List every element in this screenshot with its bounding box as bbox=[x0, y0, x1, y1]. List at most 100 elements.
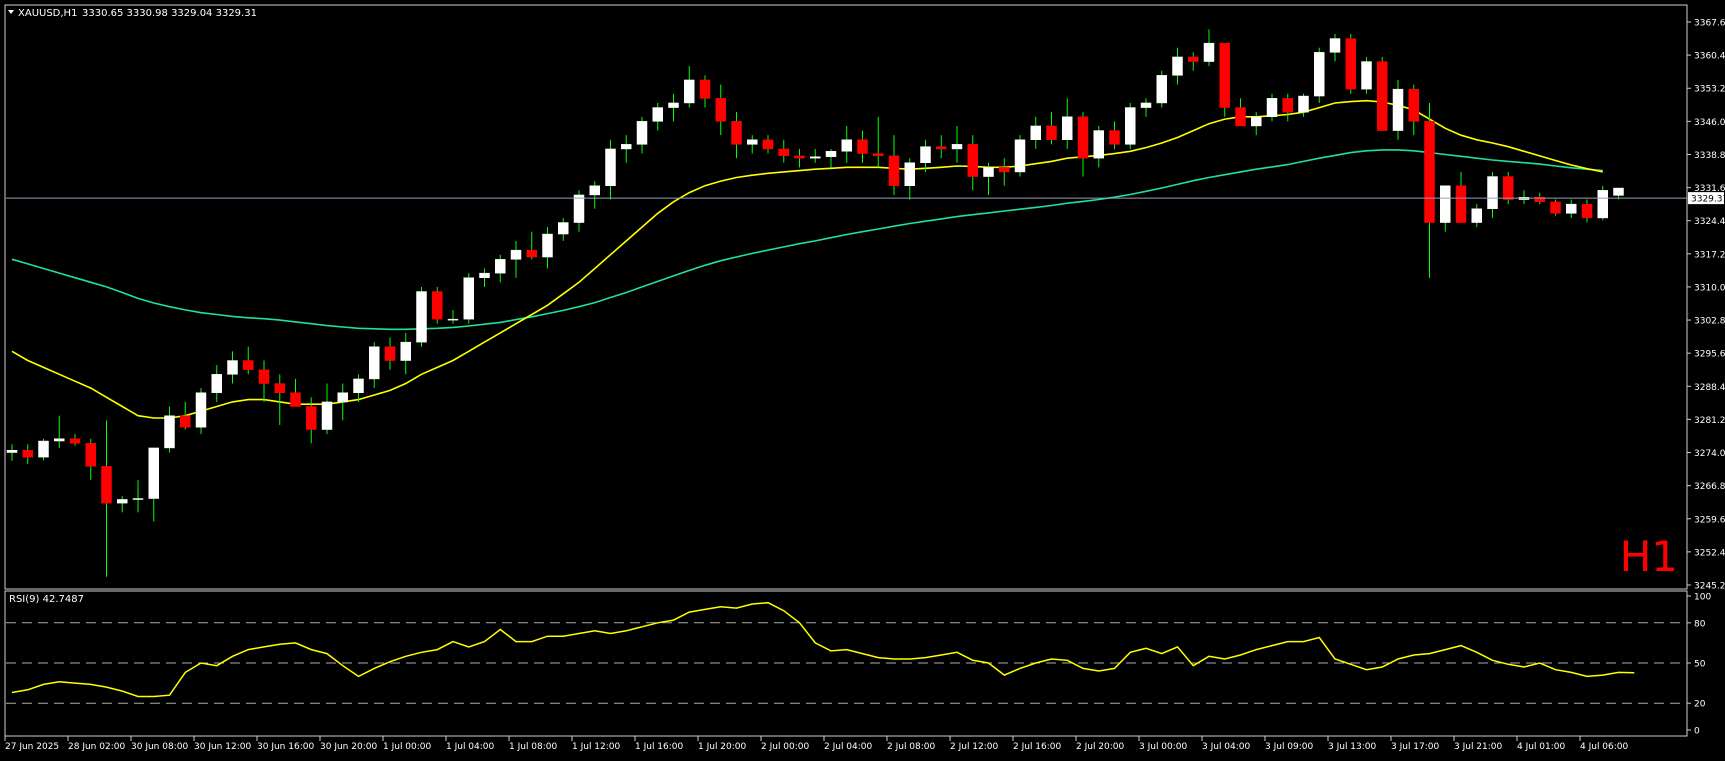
time-tick-label: 3 Jul 00:00 bbox=[1139, 742, 1188, 752]
time-tick-label: 30 Jun 12:00 bbox=[194, 742, 251, 752]
bear-candle-body bbox=[1046, 125, 1057, 141]
bear-candle-body bbox=[778, 148, 789, 157]
price-tick-label: 3310.00 bbox=[1694, 283, 1725, 293]
bull-candle-body bbox=[605, 148, 616, 186]
time-tick-label: 1 Jul 20:00 bbox=[698, 742, 747, 752]
bull-candle-body bbox=[337, 392, 348, 403]
bull-candle-body bbox=[1471, 208, 1482, 223]
bull-candle-body bbox=[636, 121, 648, 145]
bull-candle-body bbox=[1298, 95, 1309, 113]
bear-candle-body bbox=[526, 249, 537, 258]
bear-candle-body bbox=[1550, 201, 1561, 214]
bear-candle-body bbox=[384, 346, 396, 361]
chart-window[interactable]: XAUUSD,H1 3330.65 3330.98 3329.04 3329.3… bbox=[0, 0, 1725, 757]
bull-candle-body bbox=[1329, 38, 1341, 53]
bull-candle-body bbox=[589, 185, 600, 196]
bull-candle-body bbox=[810, 156, 821, 159]
bear-candle-body bbox=[731, 121, 742, 145]
bear-candle-body bbox=[936, 146, 947, 150]
bear-candle-body bbox=[762, 139, 774, 150]
bull-candle-body bbox=[652, 107, 663, 122]
price-tick-label: 3252.40 bbox=[1694, 548, 1725, 558]
price-tick-label: 3324.40 bbox=[1694, 217, 1725, 227]
bull-candle-body bbox=[164, 415, 175, 449]
candle bbox=[1314, 47, 1325, 103]
bear-candle-body bbox=[715, 98, 726, 122]
bear-candle-body bbox=[1109, 130, 1120, 145]
symbol-label: XAUUSD,H1 bbox=[18, 8, 77, 19]
bull-candle-body bbox=[951, 144, 963, 150]
price-tick-label: 3281.20 bbox=[1694, 416, 1725, 426]
time-tick-label: 27 Jun 2025 bbox=[5, 742, 59, 752]
bull-candle-body bbox=[920, 146, 931, 163]
bear-candle-body bbox=[1077, 116, 1089, 159]
price-tick-label: 3302.80 bbox=[1694, 317, 1725, 327]
candle bbox=[1014, 135, 1026, 177]
timeframe-watermark: H1 bbox=[1620, 532, 1678, 581]
chart-canvas[interactable]: XAUUSD,H1 3330.65 3330.98 3329.04 3329.3… bbox=[0, 0, 1725, 757]
price-tick-label: 3295.60 bbox=[1694, 350, 1725, 360]
bear-candle-body bbox=[1282, 98, 1293, 113]
candle bbox=[1377, 56, 1388, 131]
bear-candle-body bbox=[1235, 107, 1246, 127]
bull-candle-body bbox=[400, 341, 411, 361]
bear-candle-body bbox=[180, 415, 191, 428]
time-tick-label: 1 Jul 16:00 bbox=[635, 742, 684, 752]
rsi-label: RSI(9) 42.7487 bbox=[9, 594, 84, 605]
bull-candle-body bbox=[117, 499, 128, 504]
time-tick-label: 3 Jul 04:00 bbox=[1202, 742, 1251, 752]
price-tick-label: 3274.00 bbox=[1694, 449, 1725, 459]
bull-candle-body bbox=[747, 139, 758, 145]
candle bbox=[1503, 171, 1514, 205]
price-tick-label: 3288.40 bbox=[1694, 383, 1725, 393]
bear-candle-body bbox=[274, 383, 285, 393]
candle bbox=[1361, 56, 1372, 94]
time-tick-label: 28 Jun 02:00 bbox=[68, 742, 125, 752]
bull-candle-body bbox=[1392, 88, 1404, 131]
candle bbox=[1345, 33, 1356, 94]
bull-candle-body bbox=[1062, 116, 1073, 141]
bear-candle-body bbox=[967, 144, 978, 177]
time-tick-label: 30 Jun 16:00 bbox=[257, 742, 314, 752]
bull-candle-body bbox=[38, 440, 49, 458]
time-tick-label: 1 Jul 04:00 bbox=[446, 742, 495, 752]
time-tick-label: 30 Jun 08:00 bbox=[131, 742, 188, 752]
time-tick-label: 4 Jul 06:00 bbox=[1580, 742, 1629, 752]
bull-candle-body bbox=[447, 318, 459, 321]
chart-header: XAUUSD,H1 3330.65 3330.98 3329.04 3329.3… bbox=[8, 8, 257, 19]
bull-candle-body bbox=[1266, 98, 1278, 118]
time-tick-label: 3 Jul 17:00 bbox=[1391, 742, 1440, 752]
bear-candle-body bbox=[258, 369, 270, 384]
bull-candle-body bbox=[54, 438, 65, 442]
price-tick-label: 3338.80 bbox=[1694, 151, 1725, 161]
bull-candle-body bbox=[825, 151, 837, 158]
candle bbox=[1219, 42, 1230, 117]
bull-candle-body bbox=[211, 374, 222, 393]
bear-candle-body bbox=[1188, 56, 1199, 62]
price-tick-label: 3259.60 bbox=[1694, 515, 1725, 525]
time-tick-label: 2 Jul 20:00 bbox=[1076, 742, 1125, 752]
bull-candle-body bbox=[1014, 139, 1026, 173]
candle bbox=[1156, 70, 1167, 108]
bull-candle-body bbox=[369, 346, 380, 380]
rsi-tick-label: 0 bbox=[1694, 727, 1700, 737]
bull-candle-body bbox=[1125, 107, 1136, 145]
bull-candle-body bbox=[684, 79, 695, 104]
candle bbox=[1392, 79, 1404, 140]
bull-candle-body bbox=[227, 360, 238, 375]
bull-candle-body bbox=[668, 102, 679, 108]
time-tick-label: 1 Jul 12:00 bbox=[572, 742, 621, 752]
price-tick-label: 3266.80 bbox=[1694, 482, 1725, 492]
bull-candle-body bbox=[1487, 176, 1498, 209]
bull-candle-body bbox=[904, 162, 915, 186]
bull-candle-body bbox=[558, 222, 569, 235]
candle bbox=[432, 286, 443, 324]
bear-candle-body bbox=[857, 139, 868, 154]
bull-candle-body bbox=[6, 449, 18, 453]
candle bbox=[195, 388, 207, 435]
bear-candle-body bbox=[1219, 42, 1230, 108]
price-tick-label: 3245.20 bbox=[1694, 582, 1725, 592]
bull-candle-body bbox=[1440, 185, 1451, 223]
bull-candle-body bbox=[148, 447, 159, 499]
bear-candle-body bbox=[1581, 203, 1593, 219]
